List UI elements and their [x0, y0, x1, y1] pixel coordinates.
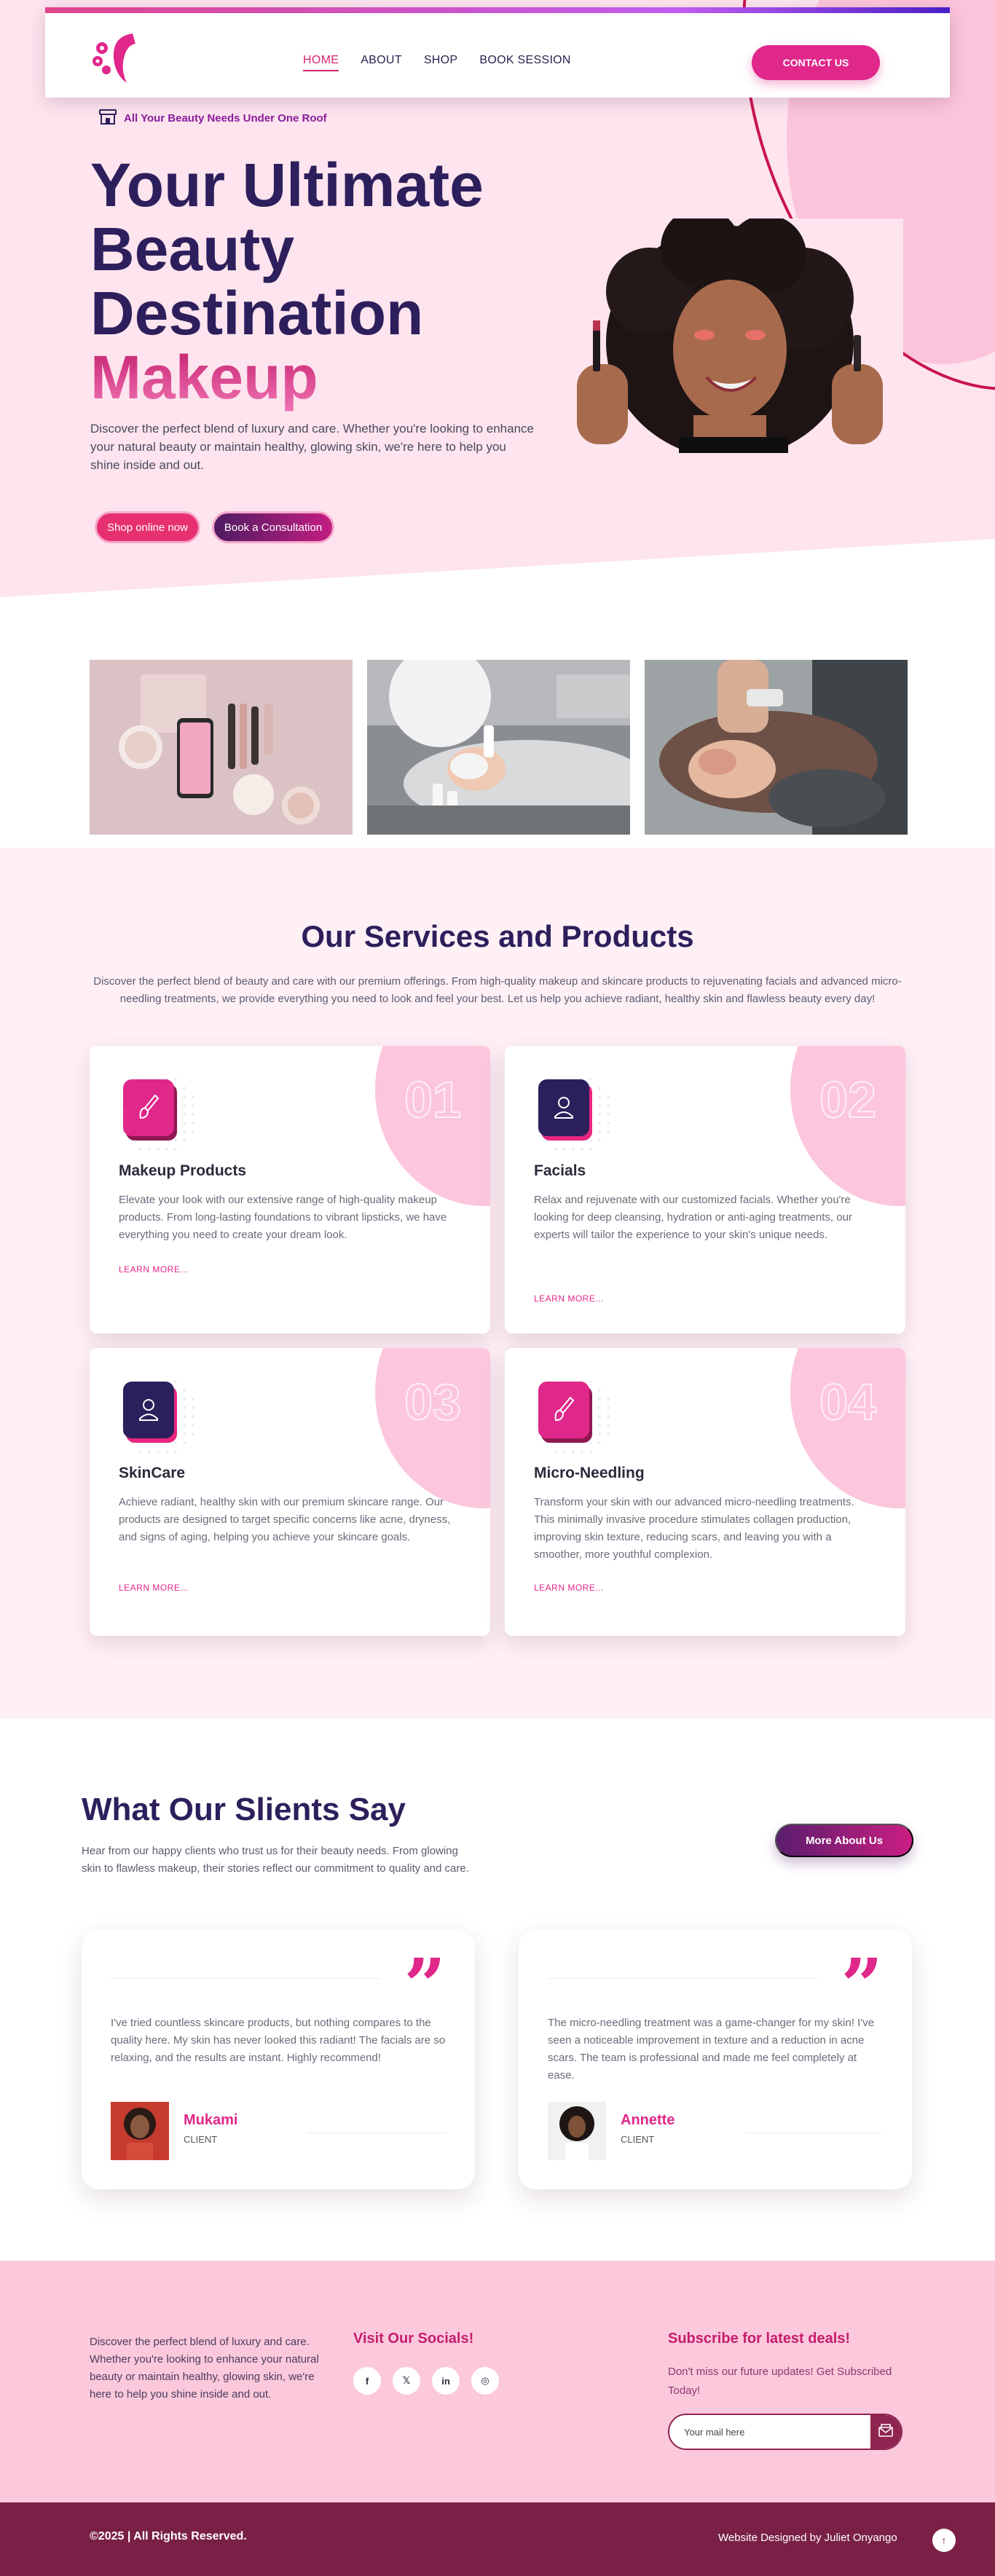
subscribe-title: Subscribe for latest deals! — [668, 2331, 851, 2347]
contact-us-button[interactable]: CONTACT US — [752, 45, 880, 80]
service-card-micro-needling: 04 Micro-Needling Transform your skin wi… — [505, 1348, 905, 1636]
tagline-text: All Your Beauty Needs Under One Roof — [124, 111, 327, 125]
x-twitter-icon[interactable]: 𝕏 — [393, 2367, 420, 2395]
hero-actions: Shop online now Book a Consultation — [95, 511, 335, 543]
card-text: Relax and rejuvenate with our customized… — [534, 1194, 852, 1241]
hero-title-line-1: Your Ultimate — [90, 151, 484, 219]
service-card-skincare: 03 SkinCare Achieve radiant, healthy ski… — [90, 1348, 490, 1636]
email-input[interactable] — [669, 2415, 873, 2449]
nav-home[interactable]: HOME — [303, 54, 339, 71]
hero-title-accent: Makeup — [90, 343, 318, 411]
nav-book-session[interactable]: BOOK SESSION — [479, 54, 570, 71]
subscribe-form — [668, 2414, 902, 2450]
testimonial-card: ” I've tried countless skincare products… — [82, 1930, 475, 2189]
designer-credit: Website Designed by Juliet Onyango — [718, 2532, 897, 2544]
testimonial-text: I've tried countless skincare products, … — [111, 2017, 446, 2064]
card-title: Facials — [534, 1162, 586, 1179]
client-role: CLIENT — [621, 2134, 655, 2145]
learn-more-link[interactable]: LEARN MORE... — [534, 1293, 604, 1304]
card-text: Transform your skin with our advanced mi… — [534, 1496, 854, 1561]
testimonials-section: What Our Slients Say Hear from our happy… — [0, 1719, 995, 2261]
card-number: 01 — [404, 1071, 462, 1129]
envelope-icon — [878, 2423, 893, 2441]
book-consultation-button[interactable]: Book a Consultation — [211, 511, 335, 543]
store-icon — [98, 106, 118, 130]
avatar — [548, 2102, 606, 2160]
card-text: Achieve radiant, healthy skin with our p… — [119, 1496, 451, 1543]
gallery-image-products — [90, 660, 353, 835]
copyright-text: ©2025 | All Rights Reserved. — [90, 2530, 247, 2542]
gallery-image-facial — [367, 660, 630, 835]
card-title: Micro-Needling — [534, 1465, 645, 1481]
card-number: 03 — [404, 1373, 462, 1431]
card-number: 04 — [819, 1373, 877, 1431]
services-section: Our Services and Products Discover the p… — [0, 848, 995, 1719]
socials-title: Visit Our Socials! — [353, 2331, 474, 2347]
brush-icon — [538, 1382, 589, 1438]
divider — [111, 1978, 380, 1979]
subscribe-description: Don't miss our future updates! Get Subsc… — [668, 2366, 892, 2397]
learn-more-link[interactable]: LEARN MORE... — [119, 1264, 189, 1275]
instagram-icon[interactable]: ◎ — [471, 2367, 499, 2395]
brush-icon — [123, 1079, 174, 1136]
page: HOME ABOUT SHOP BOOK SESSION CONTACT US … — [0, 0, 995, 2576]
social-links: f 𝕏 in ◎ — [353, 2367, 499, 2395]
hero-tagline: All Your Beauty Needs Under One Roof — [98, 106, 327, 130]
nav-shop[interactable]: SHOP — [424, 54, 458, 71]
hero-model-image — [548, 218, 903, 453]
linkedin-icon[interactable]: in — [432, 2367, 460, 2395]
service-card-facials: 02 Facials Relax and rejuvenate with our… — [505, 1046, 905, 1334]
testimonial-card: ” The micro-needling treatment was a gam… — [519, 1930, 912, 2189]
subscribe-button[interactable] — [870, 2415, 901, 2449]
gallery — [90, 660, 908, 835]
more-about-us-button[interactable]: More About Us — [775, 1824, 913, 1857]
gallery-image-treatment — [645, 660, 908, 835]
card-text: Elevate your look with our extensive ran… — [119, 1194, 447, 1241]
avatar — [111, 2102, 169, 2160]
testimonial-text: The micro-needling treatment was a game-… — [548, 2017, 875, 2081]
card-title: SkinCare — [119, 1465, 186, 1481]
divider — [744, 2132, 883, 2133]
learn-more-link[interactable]: LEARN MORE... — [534, 1583, 604, 1593]
nav-about[interactable]: ABOUT — [361, 54, 402, 71]
quote-icon: ” — [404, 1942, 446, 2028]
hero-slant-divider — [0, 539, 995, 655]
hero-title-line-2: Beauty — [90, 215, 295, 283]
hero-title: Your Ultimate Beauty Destination Makeup — [90, 153, 586, 409]
client-name: Annette — [621, 2112, 675, 2128]
client-name: Mukami — [184, 2112, 238, 2128]
services-title: Our Services and Products — [301, 919, 694, 953]
card-number: 02 — [819, 1071, 877, 1129]
quote-icon: ” — [841, 1942, 883, 2028]
footer-description: Discover the perfect blend of luxury and… — [90, 2336, 319, 2400]
card-icon-wrap — [119, 1075, 199, 1155]
logo-icon[interactable] — [90, 29, 141, 87]
hero-description: Discover the perfect blend of luxury and… — [90, 422, 534, 469]
client-role: CLIENT — [184, 2134, 218, 2145]
divider — [307, 2132, 446, 2133]
main-nav: HOME ABOUT SHOP BOOK SESSION — [303, 54, 571, 71]
shop-online-button[interactable]: Shop online now — [95, 511, 200, 543]
service-card-makeup: 01 Makeup Products Elevate your look wit… — [90, 1046, 490, 1334]
testimonials-description: Hear from our happy clients who trust us… — [82, 1845, 469, 1875]
facebook-icon[interactable]: f — [353, 2367, 381, 2395]
person-icon — [538, 1079, 589, 1136]
hero-title-line-3: Destination — [90, 279, 424, 347]
person-icon — [123, 1382, 174, 1438]
card-icon-wrap — [119, 1377, 199, 1457]
site-footer: Discover the perfect blend of luxury and… — [0, 2261, 995, 2502]
hero-section: HOME ABOUT SHOP BOOK SESSION CONTACT US … — [0, 0, 995, 655]
site-header: HOME ABOUT SHOP BOOK SESSION CONTACT US — [45, 7, 950, 98]
card-title: Makeup Products — [119, 1162, 247, 1179]
learn-more-link[interactable]: LEARN MORE... — [119, 1583, 189, 1593]
divider — [548, 1978, 817, 1979]
testimonials-title: What Our Slients Say — [82, 1792, 406, 1827]
scroll-to-top-button[interactable]: ↑ — [932, 2529, 956, 2552]
footer-bottom-bar: ©2025 | All Rights Reserved. Website Des… — [0, 2502, 995, 2576]
card-icon-wrap — [534, 1377, 614, 1457]
card-icon-wrap — [534, 1075, 614, 1155]
services-description: Discover the perfect blend of beauty and… — [93, 975, 902, 1005]
